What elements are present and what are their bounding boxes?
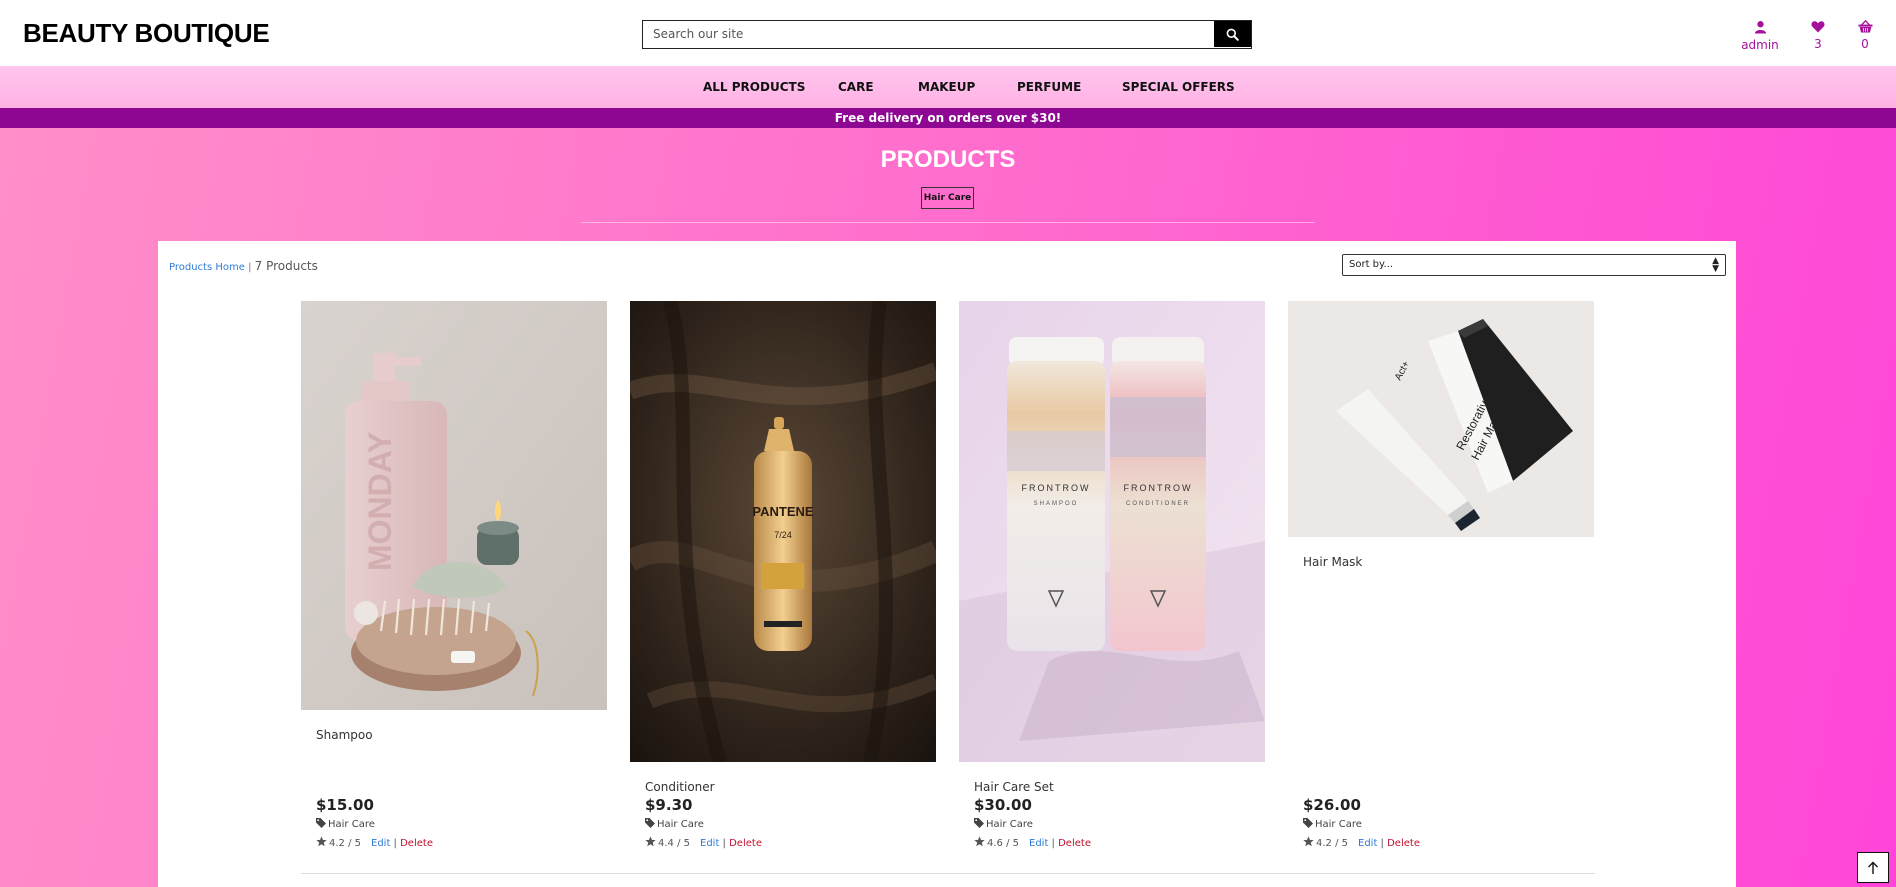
product-name[interactable]: Hair Mask [1303, 555, 1362, 569]
delivery-banner: Free delivery on orders over $30! [0, 108, 1896, 128]
product-image[interactable]: MONDAY [301, 301, 607, 710]
sort-select[interactable]: Sort by... ▲ ▼ [1342, 254, 1726, 276]
product-rating: 4.2 / 5 [329, 838, 361, 849]
action-separator: | [1048, 838, 1059, 849]
product-card: FRONTROW SHAMPOO FRONTROW CONDITIONER Ha… [959, 301, 1265, 849]
edit-link[interactable]: Edit [371, 838, 390, 849]
product-category[interactable]: Hair Care [316, 818, 375, 830]
wishlist-count: 3 [1814, 37, 1822, 51]
edit-link[interactable]: Edit [1029, 838, 1048, 849]
svg-text:FRONTROW: FRONTROW [1124, 483, 1193, 493]
action-separator: | [719, 838, 730, 849]
product-name[interactable]: Shampoo [316, 728, 373, 742]
product-category-label: Hair Care [1315, 819, 1362, 830]
product-name[interactable]: Conditioner [645, 780, 715, 794]
svg-text:FRONTROW: FRONTROW [1022, 483, 1091, 493]
star-icon [1303, 836, 1314, 847]
back-to-top-button[interactable] [1857, 852, 1889, 883]
user-icon [1754, 21, 1766, 34]
delete-link[interactable]: Delete [400, 838, 433, 849]
edit-link[interactable]: Edit [1358, 838, 1377, 849]
product-category-label: Hair Care [328, 819, 375, 830]
svg-text:SHAMPOO: SHAMPOO [1034, 501, 1079, 507]
cart-link[interactable]: 0 [1853, 20, 1877, 51]
tag-icon [645, 818, 655, 828]
edit-link[interactable]: Edit [700, 838, 719, 849]
svg-text:PANTENE: PANTENE [752, 504, 813, 519]
tag-icon [974, 818, 984, 828]
search-input[interactable] [643, 21, 1213, 47]
basket-icon [1858, 20, 1872, 33]
sort-select-value: Sort by... [1349, 259, 1394, 270]
product-price: $26.00 [1303, 796, 1361, 814]
tag-icon [1303, 818, 1313, 828]
delete-link[interactable]: Delete [729, 838, 762, 849]
product-meta: 4.2 / 5 Edit | Delete [1303, 836, 1420, 849]
page-title: PRODUCTS [880, 146, 1016, 173]
cart-count: 0 [1861, 37, 1869, 51]
product-count: 7 Products [254, 259, 318, 273]
product-rating: 4.4 / 5 [658, 838, 690, 849]
product-card: MONDAY Shampoo $15.00 Hair Care 4.2 / 5 … [301, 301, 607, 849]
product-category[interactable]: Hair Care [1303, 818, 1362, 830]
product-price: $9.30 [645, 796, 693, 814]
product-category-label: Hair Care [986, 819, 1033, 830]
heart-icon [1811, 21, 1825, 33]
products-home-link[interactable]: Products Home [169, 262, 245, 273]
product-image[interactable]: PANTENE 7/24 [630, 301, 936, 762]
breadcrumb-separator: | [244, 262, 255, 273]
star-icon [316, 836, 327, 847]
product-rating: 4.2 / 5 [1316, 838, 1348, 849]
product-grid-divider [301, 873, 1595, 874]
product-price: $15.00 [316, 796, 374, 814]
arrow-up-icon [1868, 861, 1878, 874]
product-name[interactable]: Hair Care Set [974, 780, 1054, 794]
nav-item-care[interactable]: CARE [838, 80, 874, 94]
product-meta: 4.2 / 5 Edit | Delete [316, 836, 433, 849]
product-category-label: Hair Care [657, 819, 704, 830]
product-meta: 4.6 / 5 Edit | Delete [974, 836, 1091, 849]
product-price: $30.00 [974, 796, 1032, 814]
product-card: PANTENE 7/24 Conditioner $9.30 Hair Care… [630, 301, 936, 849]
products-panel: Products Home | 7 Products Sort by... ▲ ▼ [158, 241, 1736, 887]
account-link[interactable]: admin [1737, 20, 1783, 52]
tag-icon [316, 818, 326, 828]
product-rating: 4.6 / 5 [987, 838, 1019, 849]
title-divider [581, 222, 1315, 223]
nav-item-makeup[interactable]: MAKEUP [918, 80, 975, 94]
wishlist-link[interactable]: 3 [1806, 20, 1830, 51]
product-category[interactable]: Hair Care [645, 818, 704, 830]
site-logo[interactable]: BEAUTY BOUTIQUE [23, 18, 270, 49]
search-button[interactable] [1214, 21, 1251, 47]
svg-text:MONDAY: MONDAY [362, 432, 398, 571]
action-separator: | [390, 838, 401, 849]
nav-item-special-offers[interactable]: SPECIAL OFFERS [1122, 80, 1235, 94]
breadcrumb: Products Home | 7 Products [169, 259, 318, 273]
account-label: admin [1741, 38, 1779, 52]
star-icon [645, 836, 656, 847]
product-image[interactable]: FRONTROW SHAMPOO FRONTROW CONDITIONER [959, 301, 1265, 762]
product-image[interactable]: Restorative Hair Mask Act+ [1288, 301, 1594, 537]
svg-text:CONDITIONER: CONDITIONER [1126, 501, 1190, 507]
action-separator: | [1377, 838, 1388, 849]
main-nav: ALL PRODUCTS CARE MAKEUP PERFUME SPECIAL… [0, 66, 1896, 108]
search-icon [1226, 28, 1239, 41]
site-header: BEAUTY BOUTIQUE admin 3 [0, 0, 1896, 66]
delete-link[interactable]: Delete [1058, 838, 1091, 849]
select-arrows-icon: ▲ ▼ [1712, 256, 1719, 274]
svg-text:7/24: 7/24 [774, 530, 792, 540]
nav-item-all-products[interactable]: ALL PRODUCTS [703, 80, 805, 94]
search-bar [642, 20, 1252, 49]
delete-link[interactable]: Delete [1387, 838, 1420, 849]
product-card: Restorative Hair Mask Act+ Hair Mask $26… [1288, 301, 1594, 849]
nav-item-perfume[interactable]: PERFUME [1017, 80, 1081, 94]
star-icon [974, 836, 985, 847]
product-meta: 4.4 / 5 Edit | Delete [645, 836, 762, 849]
category-chip[interactable]: Hair Care [921, 187, 974, 209]
product-category[interactable]: Hair Care [974, 818, 1033, 830]
